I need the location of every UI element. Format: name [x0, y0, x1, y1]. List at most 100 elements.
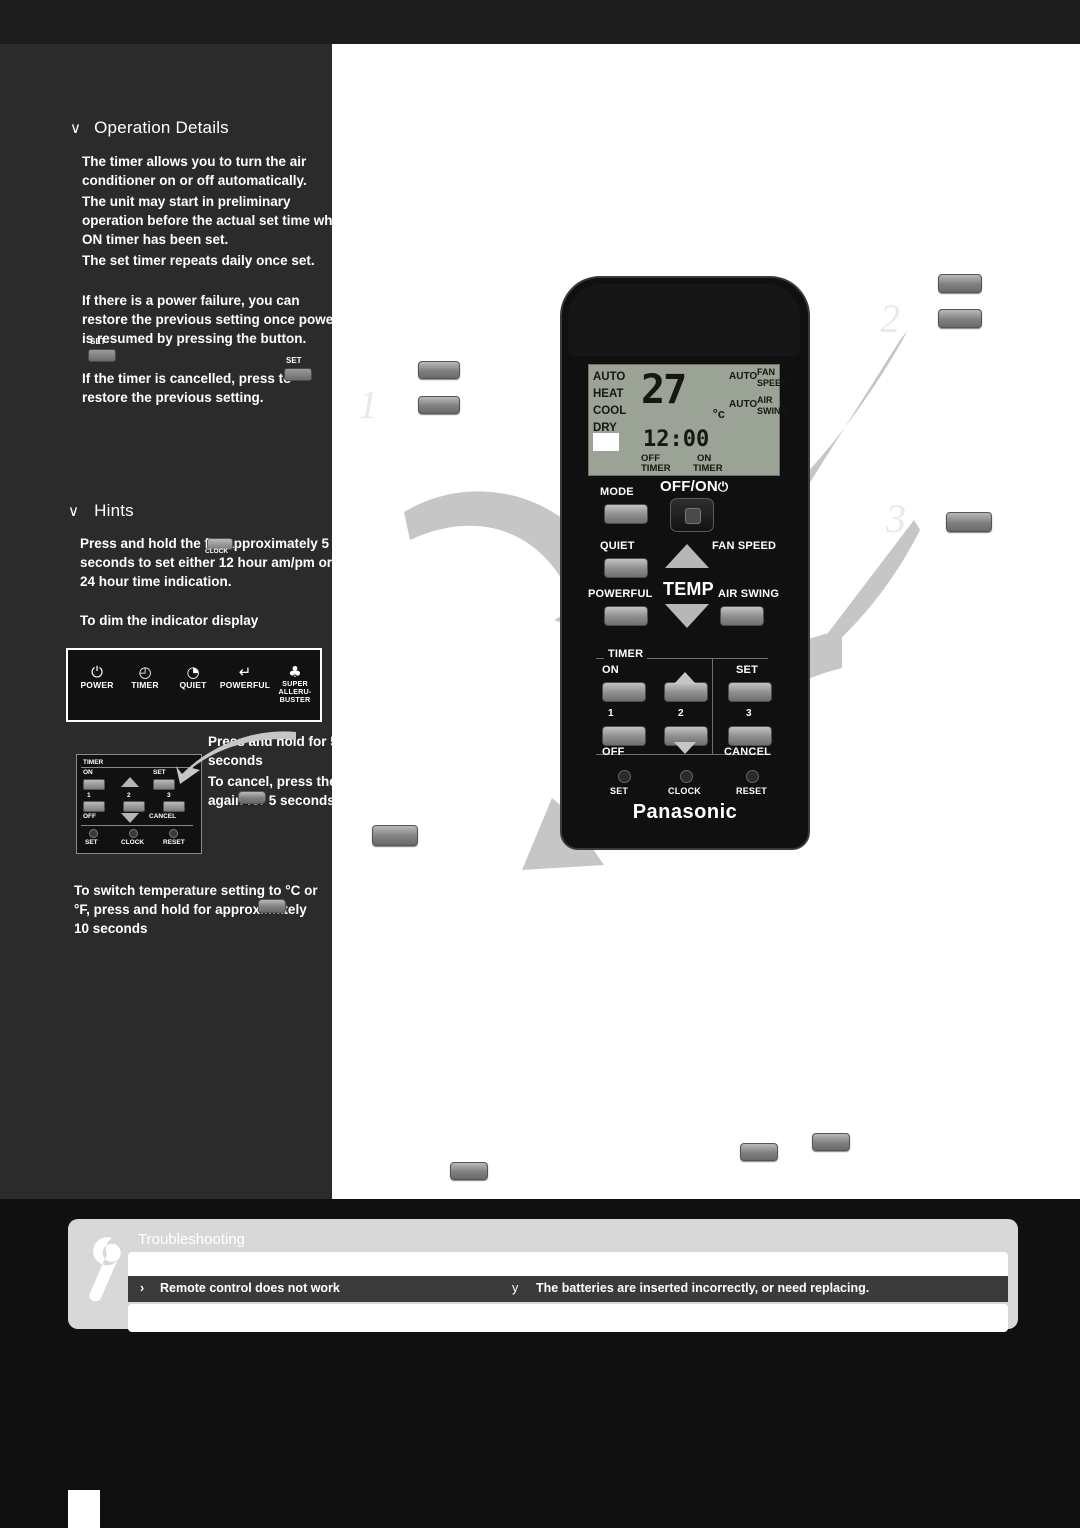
operation-paragraph-2: The unit may start in preliminary operat… [82, 194, 349, 247]
wrench-icon [89, 1237, 121, 1302]
off-on-button[interactable] [670, 498, 714, 532]
reset-small-label: RESET [736, 786, 768, 796]
quiet-label: QUIET [600, 540, 635, 552]
temp-up-arrow-icon[interactable] [665, 544, 709, 568]
indicator-display-panel: ⏻ POWER ◴ TIMER ◔ QUIET ↵ POWERFUL ♣ SUP… [66, 648, 322, 722]
indicator-power: ⏻ POWER [74, 664, 120, 690]
mini-clock-dot[interactable] [129, 829, 138, 838]
mini-down-arrow-icon[interactable] [121, 813, 139, 823]
quiet-button[interactable] [604, 558, 648, 578]
mini-button-3[interactable] [163, 801, 185, 812]
remote-control: AUTO HEAT COOL DRY 27 °c AUTO AUTO FAN S… [560, 276, 810, 850]
fan-speed-label: FAN SPEED [712, 540, 777, 552]
dim-instruction-2: To cancel, press the again for 5 seconds [208, 774, 337, 808]
remote-lcd-display: AUTO HEAT COOL DRY 27 °c AUTO AUTO FAN S… [588, 364, 788, 476]
lcd-mode-heat: HEAT [593, 388, 624, 400]
indicator-timer: ◴ TIMER [122, 664, 168, 690]
indicator-quiet: ◔ QUIET [170, 664, 216, 690]
lcd-timer-footer: OFF TIMER ON TIMER [589, 451, 779, 475]
temp-down-arrow-icon[interactable] [665, 604, 709, 628]
operation-paragraph-1: The timer allows you to turn the air con… [82, 154, 307, 188]
lcd-swing-auto: AUTO [729, 399, 758, 410]
mini-button-2[interactable] [123, 801, 145, 812]
callout-button-bottom-1[interactable] [450, 1162, 488, 1180]
remote-top-shell [568, 284, 800, 356]
troubleshooting-symbol-right: y [512, 1281, 519, 1295]
timer-clock-icon: ◴ [138, 663, 152, 681]
operation-paragraph-4: If there is a power failure, you can res… [82, 293, 339, 346]
mini-on-button[interactable] [83, 779, 105, 790]
powerful-button[interactable] [604, 606, 648, 626]
operation-details-heading: ∨ Operation Details [70, 118, 229, 137]
air-swing-label: AIR SWING [718, 588, 780, 600]
step2-callout-button-a[interactable] [938, 274, 982, 293]
clock-button-glyph[interactable]: CLOCK [205, 538, 235, 556]
timer-up-button[interactable] [664, 682, 708, 702]
mini-set-label: SET [153, 769, 166, 776]
timer-up-arrow-icon[interactable] [674, 672, 696, 684]
dim-instruction-1: Press and hold for 5 seconds [208, 734, 338, 768]
operation-paragraph-3: The set timer repeats daily once set. [82, 253, 315, 268]
timer-section-label: TIMER [604, 648, 648, 660]
set-reset-dot-set[interactable] [618, 770, 631, 783]
alleru-buster-icon: ♣ [288, 663, 302, 681]
step-number-2: 2 [880, 296, 900, 341]
mini-num-1: 1 [87, 792, 91, 799]
switch-temperature-instruction: To switch temperature setting to °C or °… [74, 883, 318, 936]
callout-button-bottom-3[interactable] [812, 1133, 850, 1151]
set-reset-dot-reset[interactable] [746, 770, 759, 783]
page-root: ∨ Operation Details The timer allows you… [0, 0, 1080, 1528]
indicator-powerful: ↵ POWERFUL [216, 664, 274, 690]
mini-reset-dot[interactable] [169, 829, 178, 838]
hints-paragraph-2: To dim the indicator display [80, 613, 259, 628]
step-number-3: 3 [886, 496, 906, 541]
lcd-temperature-unit: °c [712, 406, 725, 421]
lcd-temperature-value: 27 [641, 367, 687, 413]
lcd-fan-speed-label: FAN SPEED [757, 367, 788, 388]
step3-callout-button[interactable] [946, 512, 992, 532]
mini-cancel-label: CANCEL [149, 813, 177, 820]
mode-button[interactable] [604, 504, 648, 524]
step1-callout-button-a[interactable] [418, 361, 460, 379]
lcd-block-indicator [593, 433, 619, 451]
lcd-mode-list: AUTO HEAT COOL DRY [593, 369, 637, 437]
lcd-on-timer-bottom: TIMER [693, 463, 723, 474]
mini-up-arrow-icon[interactable] [121, 777, 139, 787]
troubleshooting-symbol-left: › [140, 1281, 145, 1295]
timer-down-arrow-icon[interactable] [674, 742, 696, 754]
powerful-label: POWERFUL [588, 588, 653, 600]
air-swing-button[interactable] [720, 606, 764, 626]
chevron-down-icon-hints: ∨ [68, 502, 80, 520]
mini-remote-illustration: TIMER ON SET 1 2 3 OFF CANCEL SET CLOCK … [76, 754, 202, 854]
lcd-temperature-group: 27 °c [641, 367, 727, 429]
mini-set-dot[interactable] [89, 829, 98, 838]
set-button-glyph-1[interactable]: SET [88, 337, 116, 362]
mini-num-3: 3 [167, 792, 171, 799]
timer-set-button[interactable] [728, 682, 772, 702]
step1-callout-button-b[interactable] [418, 396, 460, 414]
dim-inline-button[interactable] [238, 791, 266, 804]
step-number-1: 1 [358, 382, 378, 427]
timer-off-label: OFF [602, 746, 625, 758]
mini-set-button[interactable] [153, 779, 175, 790]
step2-callout-button-b[interactable] [938, 309, 982, 328]
lcd-clock-value: 12:00 [643, 427, 710, 452]
timer-on-label: ON [602, 664, 619, 676]
callout-button-bottom-2[interactable] [740, 1143, 778, 1161]
mini-clock-label: CLOCK [121, 839, 145, 846]
chevron-down-icon: ∨ [70, 119, 82, 137]
temp-label: TEMP [663, 579, 714, 599]
troubleshooting-title: Troubleshooting [138, 1231, 246, 1248]
timer-button-3[interactable] [728, 726, 772, 746]
off-on-label: OFF/ON⏻ [660, 478, 729, 495]
lcd-mode-cool: COOL [593, 405, 627, 417]
set-button-shape-2 [284, 368, 312, 381]
hints-heading: ∨ Hints [68, 501, 134, 520]
timer-on-button[interactable] [602, 682, 646, 702]
set-button-glyph-2[interactable]: SET [284, 356, 312, 381]
callout-button-lower-left[interactable] [372, 825, 418, 846]
mini-button-1[interactable] [83, 801, 105, 812]
switch-temp-inline-button[interactable] [258, 899, 286, 913]
set-reset-dot-clock[interactable] [680, 770, 693, 783]
timer-button-1[interactable] [602, 726, 646, 746]
